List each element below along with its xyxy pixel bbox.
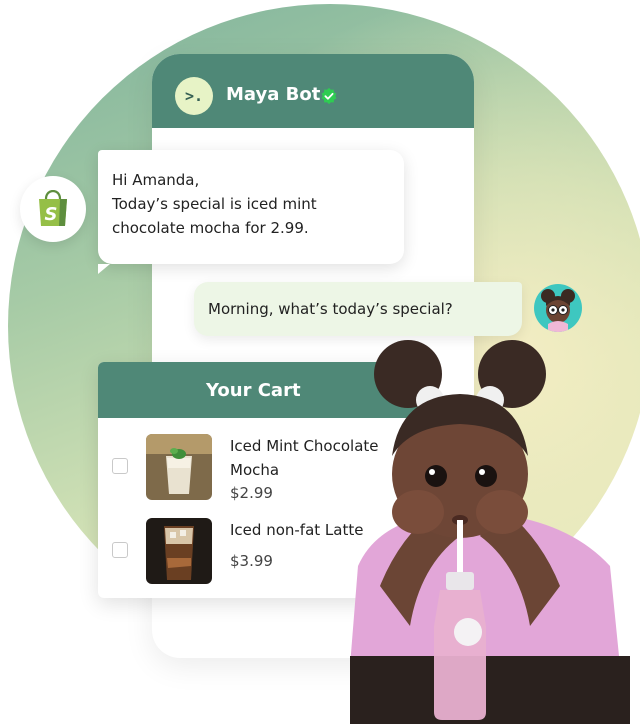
bot-name: Maya Bot bbox=[226, 84, 321, 105]
bot-avatar[interactable]: >. bbox=[175, 77, 213, 115]
cart-item-checkbox[interactable] bbox=[112, 458, 128, 474]
user-avatar[interactable] bbox=[534, 284, 582, 332]
product-thumbnail bbox=[146, 518, 212, 584]
outgoing-message: Morning, what’s today’s special? bbox=[194, 282, 522, 336]
item-price: $3.99 bbox=[230, 552, 273, 570]
cart-title: Your Cart bbox=[206, 379, 301, 401]
shopify-bag-icon: S bbox=[39, 190, 67, 226]
girl-character-illustration bbox=[350, 340, 630, 724]
verified-check-icon bbox=[321, 87, 337, 105]
user-avatar-icon bbox=[541, 289, 575, 332]
item-price: $2.99 bbox=[230, 484, 273, 502]
bubble-tail bbox=[98, 264, 110, 274]
cart-item-checkbox[interactable] bbox=[112, 542, 128, 558]
svg-text:S: S bbox=[45, 204, 58, 225]
incoming-line-3: chocolate mocha for 2.99. bbox=[112, 219, 309, 237]
shopify-avatar: S bbox=[20, 176, 86, 242]
chat-header: >. Maya Bot bbox=[152, 54, 474, 128]
incoming-line-1: Hi Amanda, bbox=[112, 171, 200, 189]
incoming-line-2: Today’s special is iced mint bbox=[112, 195, 317, 213]
outgoing-text: Morning, what’s today’s special? bbox=[208, 300, 453, 318]
incoming-message: Hi Amanda, Today’s special is iced mint … bbox=[98, 150, 404, 274]
product-thumbnail bbox=[146, 434, 212, 500]
